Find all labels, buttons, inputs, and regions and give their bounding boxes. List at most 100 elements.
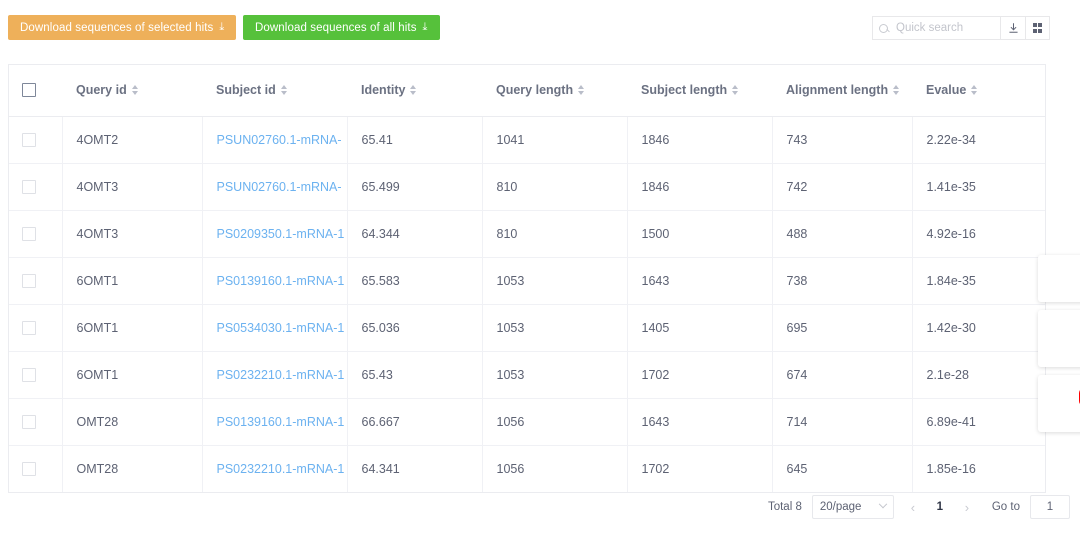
row-select-cell [9,257,63,305]
row-checkbox[interactable] [22,132,36,147]
subject-id-link[interactable]: PS0139160.1-mRNA-1 [217,274,345,288]
cell-subject_id: PSUN02760.1-mRNA- [202,163,348,211]
cell-query_length: 1053 [482,257,628,305]
column-label: Query id [76,83,127,98]
cell-value: 6OMT1 [76,273,119,288]
sort-icon[interactable] [410,85,417,96]
cell-value: 1643 [641,414,670,429]
export-button[interactable] [1000,16,1025,40]
subject-id-link[interactable]: PS0232210.1-mRNA-1 [217,368,345,382]
cell-evalue: 1.84e-35 [912,257,1045,305]
tutorial-card[interactable]: Curre Intro [1038,255,1080,302]
cell-value: 65.499 [361,179,400,194]
cell-value: 695 [786,320,808,335]
cell-value: 1.41e-35 [926,179,976,194]
column-label: Query length [496,83,574,98]
cell-evalue: 1.85e-16 [912,445,1045,493]
column-header-subject-length[interactable]: Subject length [627,65,772,117]
cell-subject_length: 1405 [627,304,773,352]
cell-query_id: 6OMT1 [62,351,203,399]
cell-subject_id: PS0232210.1-mRNA-1 [202,445,348,493]
cell-subject_length: 1702 [627,445,773,493]
cell-value: 6OMT1 [76,367,119,382]
cell-query_id: 4OMT3 [62,163,203,211]
cell-value: 1056 [496,414,525,429]
cell-subject_id: PS0139160.1-mRNA-1 [202,398,348,446]
cell-query_length: 810 [482,210,628,258]
cell-value: 1041 [496,132,525,147]
column-header-query-length[interactable]: Query length [482,65,627,117]
header-row: Query id Subject id Identity Query lengt… [9,65,1045,117]
subject-id-link[interactable]: PSUN02760.1-mRNA- [217,180,342,194]
goto-page-input[interactable] [1030,495,1070,519]
column-header-identity[interactable]: Identity [347,65,482,117]
sort-icon[interactable] [280,85,287,96]
cell-subject_length: 1643 [627,398,773,446]
download-all-hits-button[interactable]: Download sequences of all hits ⤓ [243,15,440,40]
column-settings-button[interactable] [1025,16,1050,40]
cell-alignment_length: 674 [772,351,913,399]
floating-help-panel: Curre Intro Ι For Chi Υ For Glo [1038,255,1080,440]
cell-alignment_length: 742 [772,163,913,211]
column-header-alignment-length[interactable]: Alignment length [772,65,912,117]
cell-subject_id: PS0139160.1-mRNA-1 [202,257,348,305]
subject-id-link[interactable]: PS0209350.1-mRNA-1 [217,227,345,241]
cell-identity: 64.341 [347,445,483,493]
page-size-select[interactable]: 20/page [811,495,894,519]
cell-query_length: 1056 [482,445,628,493]
cell-alignment_length: 738 [772,257,913,305]
cell-value: 714 [786,414,808,429]
cell-value: 810 [496,179,518,194]
cell-query_id: 4OMT2 [62,116,203,164]
column-header-evalue[interactable]: Evalue [912,65,1045,117]
row-checkbox[interactable] [22,273,36,288]
cell-value: 1846 [641,132,670,147]
cell-subject_id: PS0209350.1-mRNA-1 [202,210,348,258]
subject-id-link[interactable]: PS0139160.1-mRNA-1 [217,415,345,429]
column-header-subject-id[interactable]: Subject id [202,65,347,117]
next-page-button[interactable]: › [958,500,976,515]
prev-page-button[interactable]: ‹ [904,500,922,515]
row-checkbox[interactable] [22,320,36,335]
cell-identity: 65.41 [347,116,483,164]
column-label: Evalue [926,83,967,98]
sort-icon[interactable] [971,85,978,96]
row-checkbox[interactable] [22,226,36,241]
download-selected-hits-button[interactable]: Download sequences of selected hits ⤓ [8,15,237,40]
table-header: Query id Subject id Identity Query lengt… [9,65,1045,117]
table-row: OMT28 PS0232210.1-mRNA-1 64.341 1056 1702 645… [9,445,1045,493]
row-checkbox[interactable] [22,414,36,429]
sort-icon[interactable] [131,85,138,96]
subject-id-link[interactable]: PS0534030.1-mRNA-1 [217,321,345,335]
select-all-checkbox[interactable] [22,83,36,98]
sort-icon[interactable] [578,85,585,96]
cell-value: 4OMT3 [76,226,119,241]
cell-value: 4OMT3 [76,179,119,194]
download-icon: ⤓ [219,21,225,33]
row-checkbox[interactable] [22,367,36,382]
quick-search-box[interactable] [872,16,1000,40]
column-label: Alignment length [786,83,889,98]
column-header-query-id[interactable]: Query id [62,65,202,117]
table-row: OMT28 PS0139160.1-mRNA-1 66.667 1056 1643 714… [9,398,1045,446]
page-size-value: 20/page [819,501,862,513]
table-row: 6OMT1 PS0139160.1-mRNA-1 65.583 1053 1643 738… [9,257,1045,305]
cell-value: 1.85e-16 [926,461,976,476]
cell-query_id: 6OMT1 [62,257,203,305]
youtube-card[interactable]: Υ For Glo [1038,375,1080,432]
sort-icon[interactable] [893,85,900,96]
cell-subject_id: PS0534030.1-mRNA-1 [202,304,348,352]
row-checkbox[interactable] [22,461,36,476]
cell-alignment_length: 645 [772,445,913,493]
search-input[interactable] [894,21,994,35]
subject-id-link[interactable]: PSUN02760.1-mRNA- [217,133,342,147]
subject-id-link[interactable]: PS0232210.1-mRNA-1 [217,462,345,476]
table-row: 4OMT3 PSUN02760.1-mRNA- 65.499 810 1846 742 1.… [9,163,1045,211]
goto-label: Go to [991,501,1020,513]
page-number-1[interactable]: 1 [932,501,948,513]
cell-value: 1643 [641,273,670,288]
bilibili-card[interactable]: Ι For Chi [1038,310,1080,367]
cell-evalue: 4.92e-16 [912,210,1045,258]
row-checkbox[interactable] [22,179,36,194]
sort-icon[interactable] [732,85,739,96]
